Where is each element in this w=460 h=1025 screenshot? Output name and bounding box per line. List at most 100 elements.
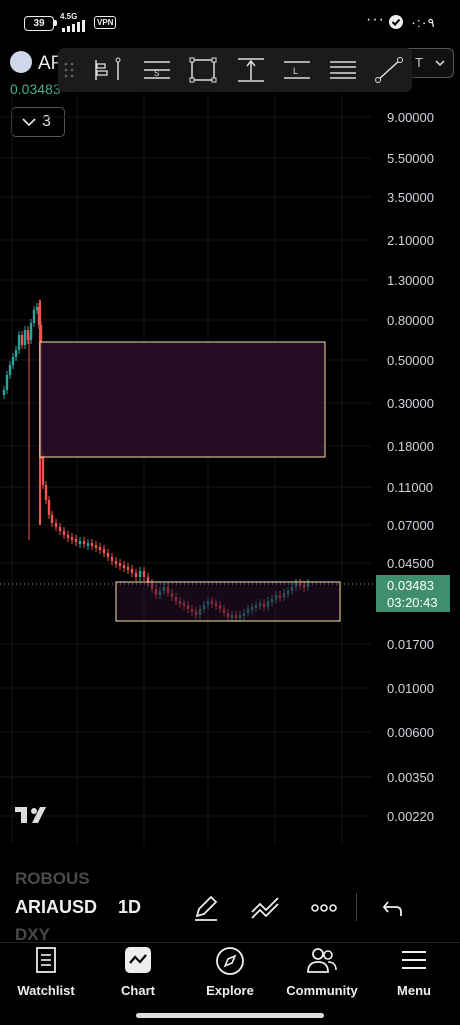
y-axis-label: 1.30000 <box>387 273 434 288</box>
candle-body <box>62 531 66 535</box>
candle-body <box>138 571 142 577</box>
candle-body <box>142 571 146 577</box>
svg-text:S: S <box>154 69 159 78</box>
compass-icon <box>216 947 244 975</box>
nav-explore[interactable]: Explore <box>190 946 270 998</box>
candle-body <box>17 335 21 350</box>
candle-body <box>66 535 70 538</box>
candle-body <box>106 553 110 557</box>
y-axis-label: 0.18000 <box>387 439 434 454</box>
y-axis-label: 3.50000 <box>387 190 434 205</box>
y-axis-label: 0.50000 <box>387 353 434 368</box>
nav-menu[interactable]: Menu <box>374 946 454 998</box>
status-bar: 39 4.5G VPN ··· ٠:٠٩ <box>0 0 460 44</box>
timeframe-label: T <box>415 55 423 70</box>
align-icon[interactable] <box>92 56 122 84</box>
candle-body <box>50 515 54 523</box>
chart-icon <box>125 947 151 973</box>
symbol-logo[interactable] <box>10 51 32 73</box>
nav-label: Explore <box>206 983 254 998</box>
candle-body <box>126 567 130 570</box>
chart-canvas[interactable]: 9.00000 5.50000 3.50000 2.10000 1.30000 0.800… <box>0 95 460 850</box>
check-shield-icon <box>389 15 403 29</box>
people-icon <box>307 948 337 973</box>
y-axis-label: 0.00220 <box>387 809 434 824</box>
hamburger-icon <box>402 951 426 969</box>
y-axis-labels: 9.00000 5.50000 3.50000 2.10000 1.30000 0.800… <box>387 110 434 824</box>
y-axis-label: 0.01700 <box>387 637 434 652</box>
nav-chart[interactable]: Chart <box>98 946 178 998</box>
horizontal-lines-s-icon[interactable]: S <box>142 56 172 84</box>
candle-body <box>130 569 134 573</box>
status-overflow: ··· <box>366 11 385 28</box>
ghost-symbol-above[interactable]: ROBOUS <box>15 869 90 889</box>
candle-body <box>78 541 82 544</box>
y-axis-label: 0.07000 <box>387 518 434 533</box>
candle-body <box>14 350 18 357</box>
candle-body <box>54 523 58 527</box>
candle-body <box>86 543 90 546</box>
resolution-button[interactable]: 1D <box>118 897 141 918</box>
vpn-badge: VPN <box>94 16 117 29</box>
candle-body <box>47 500 51 515</box>
y-axis-label: 0.04500 <box>387 556 434 571</box>
more-icon[interactable] <box>310 902 338 914</box>
toolbar-divider <box>356 893 357 921</box>
home-indicator[interactable] <box>136 1013 324 1018</box>
trend-line-icon[interactable] <box>374 56 404 84</box>
candle-body <box>41 455 45 485</box>
candle-body <box>74 539 78 542</box>
lines-icon[interactable] <box>328 56 358 84</box>
nav-community[interactable]: Community <box>282 946 362 998</box>
ticker-symbol[interactable]: ARIAUSD <box>15 897 97 918</box>
candle-body <box>2 390 6 395</box>
nav-watchlist[interactable]: Watchlist <box>6 946 86 998</box>
candle-body <box>82 541 86 544</box>
pen-icon[interactable] <box>192 894 220 922</box>
y-axis-label: 0.00600 <box>387 725 434 740</box>
vertical-arrow-icon[interactable] <box>236 56 266 84</box>
candle-body <box>94 545 98 548</box>
indicators-icon[interactable] <box>250 894 280 922</box>
nav-label: Chart <box>121 983 155 998</box>
chevron-down-icon <box>435 60 445 67</box>
candle-body <box>32 310 36 323</box>
y-axis-label: 9.00000 <box>387 110 434 125</box>
candle-body <box>11 357 15 365</box>
bar-countdown: 03:20:43 <box>387 595 438 610</box>
rectangle-icon[interactable] <box>188 56 218 84</box>
last-price-tag: 0.03483 03:20:43 <box>376 575 450 612</box>
nav-label: Menu <box>397 983 431 998</box>
chart-grid <box>0 95 372 845</box>
nav-label: Community <box>286 983 358 998</box>
battery-icon: 39 <box>24 16 54 31</box>
y-axis-label: 2.10000 <box>387 233 434 248</box>
nav-label: Watchlist <box>17 983 75 998</box>
candle-body <box>122 565 126 568</box>
candle-body <box>8 365 12 375</box>
candle-body <box>20 335 24 345</box>
signal-icon <box>62 20 85 32</box>
battery-tip <box>54 20 57 26</box>
upper-rectangle-drawing[interactable] <box>39 341 326 458</box>
document-icon <box>36 947 56 973</box>
candle-body <box>5 375 9 390</box>
y-axis-label: 5.50000 <box>387 151 434 166</box>
candle-body <box>23 330 27 345</box>
candle-body <box>90 543 94 546</box>
candle-body <box>110 557 114 561</box>
y-axis-label: 0.00350 <box>387 770 434 785</box>
y-axis-label: 0.11000 <box>387 480 433 495</box>
candle-body <box>114 561 118 564</box>
lower-rectangle-drawing[interactable] <box>115 581 341 622</box>
y-axis-label: 0.30000 <box>387 396 434 411</box>
undo-icon[interactable] <box>382 898 404 918</box>
tradingview-logo-icon[interactable] <box>15 807 46 823</box>
candle-body <box>70 537 74 540</box>
drag-handle-icon[interactable] <box>64 62 74 78</box>
drawing-toolbar: S L <box>58 48 412 92</box>
candle-body <box>58 527 62 531</box>
horizontal-lines-l-icon[interactable]: L <box>282 56 312 84</box>
candle-body <box>134 573 138 577</box>
y-axis-label: 0.01000 <box>387 681 434 696</box>
